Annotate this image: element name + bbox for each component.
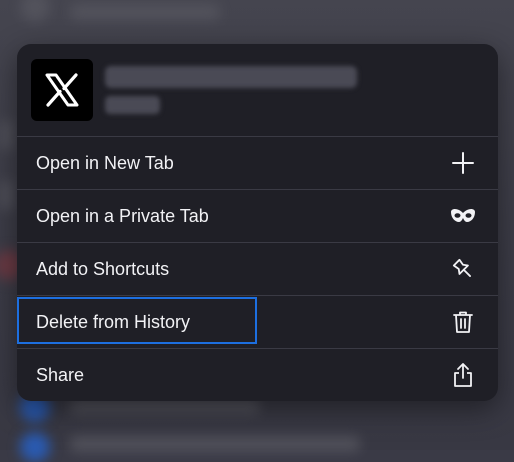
plus-icon <box>450 150 476 176</box>
context-menu: Open in New Tab Open in a Private Tab Ad… <box>17 44 498 401</box>
preview-title-blurred <box>105 66 357 88</box>
menu-item-label: Open in New Tab <box>36 152 174 173</box>
link-preview[interactable] <box>17 44 498 136</box>
x-logo-icon <box>31 59 93 121</box>
mask-icon <box>450 203 476 229</box>
preview-subtitle-blurred <box>105 96 160 114</box>
background-text <box>0 180 14 210</box>
menu-item-label: Share <box>36 364 85 385</box>
trash-icon <box>450 309 476 335</box>
background-text <box>0 120 14 150</box>
background-avatar <box>20 432 50 462</box>
menu-item-label: Open in a Private Tab <box>36 205 209 226</box>
share-icon <box>450 362 476 388</box>
menu-item-open-private-tab[interactable]: Open in a Private Tab <box>17 189 498 242</box>
menu-item-open-new-tab[interactable]: Open in New Tab <box>17 136 498 189</box>
menu-item-add-shortcuts[interactable]: Add to Shortcuts <box>17 242 498 295</box>
background-text <box>70 4 220 20</box>
background-avatar <box>20 0 50 22</box>
menu-item-label: Add to Shortcuts <box>36 258 170 279</box>
menu-item-share[interactable]: Share <box>17 348 498 401</box>
pin-icon <box>450 256 476 282</box>
keyboard-focus-ring <box>17 297 257 344</box>
